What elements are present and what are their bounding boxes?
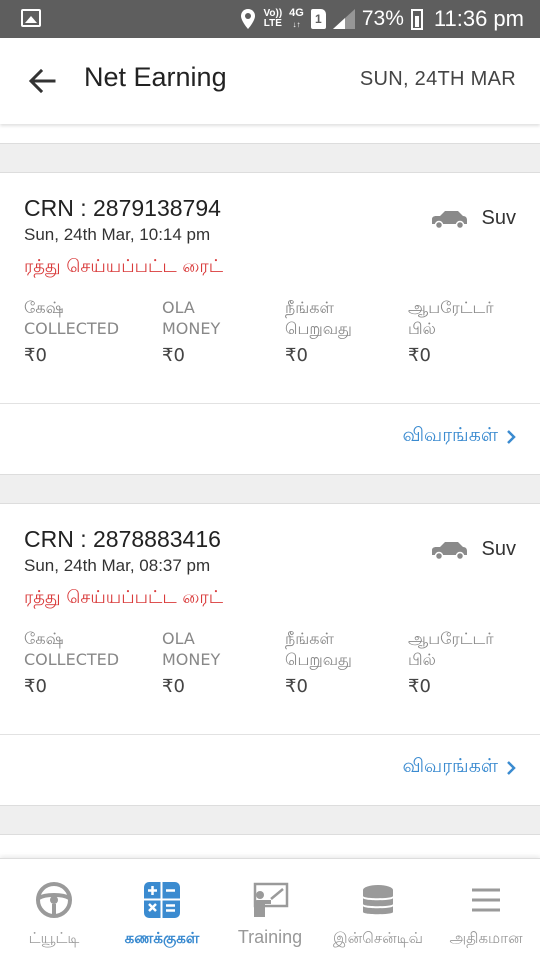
stat-ola-money: OLA MONEY ₹0 [162, 298, 221, 366]
fare-breakdown: கேஷ் COLLECTED ₹0 OLA MONEY ₹0 நீங்கள் ப… [0, 628, 540, 708]
ride-card: CRN : 2879138794 Sun, 24th Mar, 10:14 pm… [0, 172, 540, 475]
rides-list[interactable]: CRN : 2879138794 Sun, 24th Mar, 10:14 pm… [0, 124, 540, 858]
calculator-icon [144, 882, 180, 918]
car-icon [431, 210, 467, 229]
gallery-notification-icon [21, 9, 41, 27]
menu-icon [472, 888, 500, 912]
ride-datetime: Sun, 24th Mar, 10:14 pm [24, 225, 211, 244]
nav-item-incentive[interactable]: இன்சென்டிவ் [324, 859, 432, 960]
stat-value: ₹0 [408, 676, 431, 697]
app-bar: Net Earning SUN, 24TH MAR [0, 38, 540, 124]
nav-label: Training [237, 927, 303, 947]
sim-indicator: 1 [310, 9, 326, 29]
nav-label: ட்யூட்டி [28, 929, 80, 947]
stat-ola-money: OLA MONEY ₹0 [162, 629, 221, 697]
nav-item-duty[interactable]: ட்யூட்டி [0, 859, 108, 960]
stat-value: ₹0 [24, 676, 47, 697]
stat-value: ₹0 [285, 345, 308, 366]
chevron-right-icon [507, 429, 516, 444]
stat-value: ₹0 [408, 345, 431, 366]
back-arrow-icon[interactable] [26, 65, 58, 97]
ride-status: ரத்து செய்யப்பட்ட ரைட் [24, 587, 224, 608]
clock: 11:36 pm [433, 6, 524, 31]
steering-wheel-icon [36, 882, 72, 918]
nav-label: இன்சென்டிவ் [333, 929, 423, 947]
details-label: விவரங்கள் [402, 424, 498, 446]
chevron-right-icon [507, 760, 516, 775]
training-board-icon [253, 882, 289, 917]
cab-type-label: Suv [481, 538, 516, 560]
stat-operator-bill: ஆபரேட்டர் பில் ₹0 [408, 629, 494, 697]
stat-value: ₹0 [24, 345, 47, 366]
ride-datetime: Sun, 24th Mar, 08:37 pm [24, 556, 211, 575]
stat-cash-collected: கேஷ் COLLECTED ₹0 [24, 298, 120, 366]
nav-label: கணக்குகள் [124, 929, 200, 947]
ride-card: CRN : 2878883416 Sun, 24th Mar, 08:37 pm… [0, 503, 540, 806]
location-icon [241, 9, 256, 29]
details-link[interactable]: விவரங்கள் [402, 755, 516, 780]
cab-type: Suv [430, 207, 516, 230]
crn-number: CRN : 2879138794 [24, 195, 221, 221]
previous-card-edge [0, 124, 540, 144]
cab-type-label: Suv [481, 207, 516, 229]
nav-label: அதிகமான [449, 929, 523, 947]
ride-status: ரத்து செய்யப்பட்ட ரைட் [24, 256, 224, 277]
stat-value: ₹0 [162, 676, 185, 697]
bottom-navigation: ட்யூட்டி கணக்குகள் Training இன்சென்டிவ் [0, 858, 540, 960]
battery-icon [410, 8, 423, 30]
battery-percent: 73% [361, 7, 404, 30]
ride-card-partial [0, 834, 540, 858]
nav-item-training[interactable]: Training [216, 859, 324, 960]
stat-cash-collected: கேஷ் COLLECTED ₹0 [24, 629, 120, 697]
stat-operator-bill: ஆபரேட்டர் பில் ₹0 [408, 298, 494, 366]
nav-item-more[interactable]: அதிகமான [432, 859, 540, 960]
cab-type: Suv [430, 538, 516, 561]
stat-value: ₹0 [162, 345, 185, 366]
crn-number: CRN : 2878883416 [24, 526, 221, 552]
stat-your-earning: நீங்கள் பெறுவது ₹0 [285, 629, 352, 697]
coin-stack-icon [363, 885, 393, 915]
stat-value: ₹0 [285, 676, 308, 697]
car-icon [431, 541, 467, 560]
status-bar: Vo)) LTE 4G ↓↑ 1 73% 11:36 pm [0, 0, 540, 38]
stat-your-earning: நீங்கள் பெறுவது ₹0 [285, 298, 352, 366]
details-label: விவரங்கள் [402, 755, 498, 777]
fare-breakdown: கேஷ் COLLECTED ₹0 OLA MONEY ₹0 நீங்கள் ப… [0, 297, 540, 377]
details-link[interactable]: விவரங்கள் [402, 424, 516, 449]
nav-item-accounts[interactable]: கணக்குகள் [108, 859, 216, 960]
network-type-icon: 4G ↓↑ [289, 7, 304, 30]
signal-strength-icon [332, 9, 355, 29]
volte-icon: Vo)) LTE [263, 8, 283, 29]
selected-date: SUN, 24TH MAR [359, 68, 516, 90]
page-title: Net Earning [84, 62, 227, 92]
